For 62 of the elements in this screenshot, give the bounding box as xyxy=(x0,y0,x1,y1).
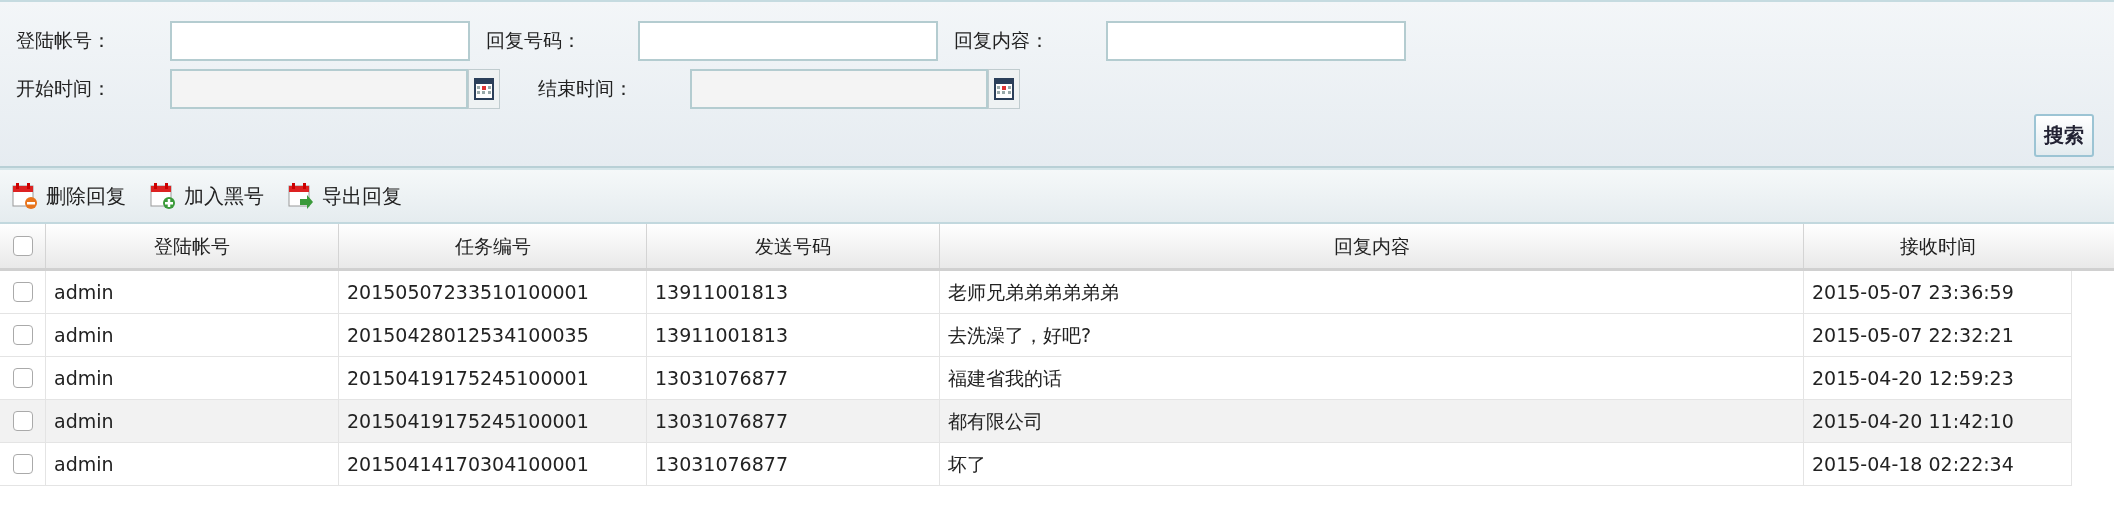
field-label: 回复内容： xyxy=(953,28,1050,53)
input-field[interactable] xyxy=(638,21,938,61)
table-cell: 13911001813 xyxy=(646,271,939,313)
toolbar-button[interactable]: 删除回复 xyxy=(8,182,130,210)
table-row[interactable]: admin 20150419175245100001 13031076877 都有限公司 2015-04-20 11:42:10 xyxy=(0,400,2072,443)
calendar-arrow-icon xyxy=(288,183,314,209)
table-cell: 都有限公司 xyxy=(939,400,1803,442)
table-cell: 13031076877 xyxy=(646,357,939,399)
field-label: 开始时间： xyxy=(15,76,112,101)
table-cell: 20150414170304100001 xyxy=(338,443,646,485)
date-field[interactable] xyxy=(690,69,988,109)
calendar-plus-icon xyxy=(150,183,176,209)
table-row[interactable]: admin 20150419175245100001 13031076877 福建省我的话 2015-04-20 12:59:23 xyxy=(0,357,2072,400)
calendar-icon xyxy=(474,78,494,100)
table-cell: 去洗澡了，好吧? xyxy=(939,314,1803,356)
column-header[interactable]: 发送号码 xyxy=(646,224,939,268)
checkbox[interactable] xyxy=(12,454,33,474)
column-header[interactable]: 接收时间 xyxy=(1803,224,2072,268)
table-row[interactable]: admin 20150414170304100001 13031076877 坏了 2015-04-18 02:22:34 xyxy=(0,443,2072,486)
toolbar-button[interactable]: 加入黑号 xyxy=(146,182,268,210)
table-cell: 20150507233510100001 xyxy=(338,271,646,313)
calendar-button[interactable] xyxy=(988,69,1020,109)
table-cell: 2015-04-18 02:22:34 xyxy=(1803,443,2072,485)
table-cell: 13031076877 xyxy=(646,400,939,442)
table-cell: 老师兄弟弟弟弟弟弟 xyxy=(939,271,1803,313)
table-cell: 2015-04-20 12:59:23 xyxy=(1803,357,2072,399)
table-cell: 坏了 xyxy=(939,443,1803,485)
table-cell: admin xyxy=(45,443,338,485)
table-cell: admin xyxy=(45,400,338,442)
table-cell: 20150419175245100001 xyxy=(338,357,646,399)
field-label: 登陆帐号： xyxy=(15,28,112,53)
table-cell: 20150428012534100035 xyxy=(338,314,646,356)
table-cell: 13911001813 xyxy=(646,314,939,356)
calendar-minus-icon xyxy=(12,183,38,209)
table-row[interactable]: admin 20150428012534100035 13911001813 去洗澡了，好吧? 2015-05-07 22:32:21 xyxy=(0,314,2072,357)
table-cell: 2015-05-07 23:36:59 xyxy=(1803,271,2072,313)
table-cell: 2015-05-07 22:32:21 xyxy=(1803,314,2072,356)
calendar-button[interactable] xyxy=(468,69,500,109)
checkbox[interactable] xyxy=(12,411,33,431)
field-label: 结束时间： xyxy=(537,76,634,101)
checkbox[interactable] xyxy=(12,368,33,388)
table-cell: 13031076877 xyxy=(646,443,939,485)
column-header[interactable]: 任务编号 xyxy=(338,224,646,268)
checkbox[interactable] xyxy=(12,325,33,345)
input-field[interactable] xyxy=(170,21,470,61)
table-cell: 福建省我的话 xyxy=(939,357,1803,399)
column-header[interactable]: 回复内容 xyxy=(939,224,1803,268)
table-cell: 20150419175245100001 xyxy=(338,400,646,442)
input-field[interactable] xyxy=(1106,21,1406,61)
table-cell: 2015-04-20 11:42:10 xyxy=(1803,400,2072,442)
field-label: 回复号码： xyxy=(485,28,582,53)
checkbox[interactable] xyxy=(12,236,33,256)
checkbox[interactable] xyxy=(12,282,33,302)
search-button[interactable]: 搜索 xyxy=(2034,114,2094,157)
date-field[interactable] xyxy=(170,69,468,109)
calendar-icon xyxy=(994,78,1014,100)
table-cell: admin xyxy=(45,314,338,356)
toolbar-button[interactable]: 导出回复 xyxy=(284,182,406,210)
table-row[interactable]: admin 20150507233510100001 13911001813 老师兄弟弟弟弟弟弟 2015-05-07 23:36:59 xyxy=(0,271,2072,314)
table-cell: admin xyxy=(45,357,338,399)
table-cell: admin xyxy=(45,271,338,313)
column-header[interactable]: 登陆帐号 xyxy=(45,224,338,268)
